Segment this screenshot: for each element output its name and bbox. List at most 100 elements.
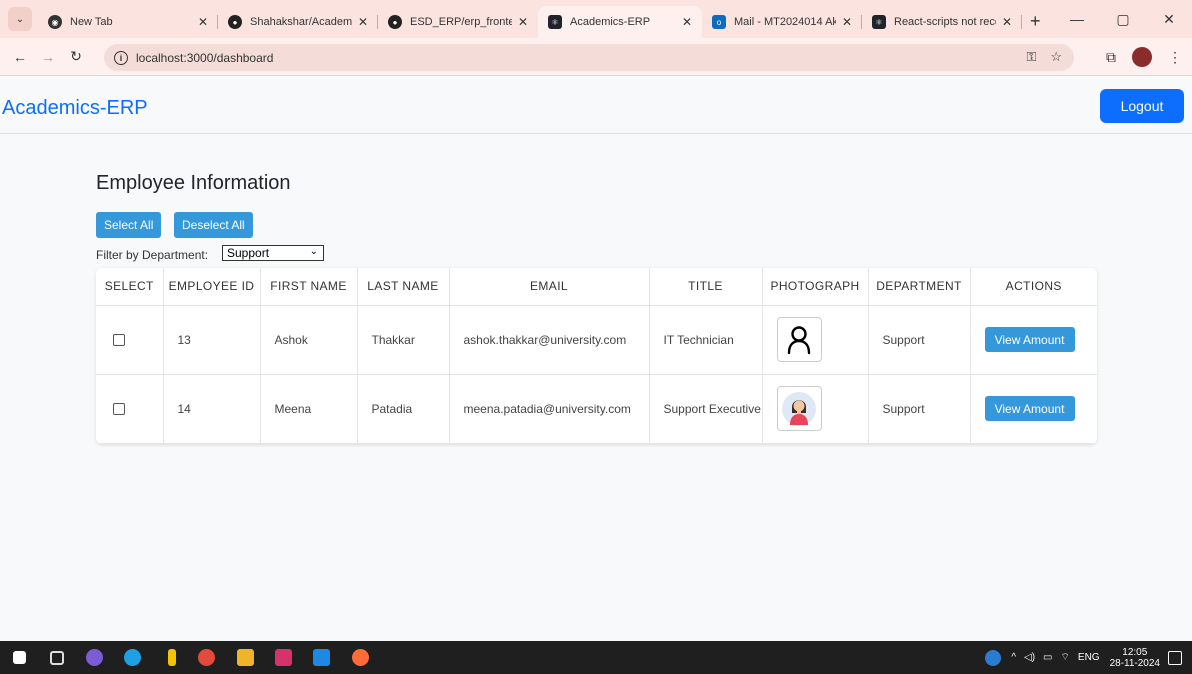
window-close-icon[interactable]: ✕ [1146, 11, 1192, 28]
photograph-cell [762, 305, 869, 375]
postman-icon[interactable] [352, 649, 369, 666]
close-icon[interactable]: ✕ [682, 15, 692, 29]
browser-toolbar: ← → ↻ i localhost:3000/dashboard ⚿ ☆ ⧉ ⋮ [0, 38, 1192, 76]
file-explorer-icon[interactable] [237, 649, 254, 666]
title-cell: IT Technician [649, 305, 763, 375]
close-icon[interactable]: ✕ [198, 15, 208, 29]
tab-mail[interactable]: o Mail - MT2024014 Aksh ✕ [702, 6, 862, 38]
table-header-row: SELECT EMPLOYEE ID FIRST NAME LAST NAME … [96, 268, 1097, 306]
tab-title: Shahakshar/Academics- [250, 16, 352, 28]
vscode-icon[interactable] [313, 649, 330, 666]
person-outline-icon [776, 317, 822, 362]
windows-start-icon[interactable] [13, 651, 26, 664]
intellij-icon[interactable] [275, 649, 292, 666]
photograph-cell [762, 374, 869, 444]
row-checkbox[interactable] [113, 402, 125, 415]
battery-icon[interactable]: ▭ [1043, 652, 1052, 663]
filter-label: Filter by Department: [96, 248, 209, 262]
department-filter-select[interactable]: Support ⌄ [222, 245, 324, 261]
tab-academics-erp[interactable]: ⚛ Academics-ERP ✕ [538, 6, 702, 38]
select-cell [96, 305, 164, 375]
department-cell: Support [868, 305, 971, 375]
site-info-icon[interactable]: i [114, 50, 128, 65]
employee-table: SELECT EMPLOYEE ID FIRST NAME LAST NAME … [96, 268, 1097, 444]
clock-date: 28-11-2024 [1109, 657, 1160, 669]
wifi-icon[interactable]: ⌔ [1061, 651, 1070, 664]
first-name-cell: Meena [260, 374, 358, 444]
col-header-first-name: FIRST NAME [260, 268, 358, 306]
email-cell: ashok.thakkar@university.com [449, 305, 650, 375]
system-tray: ^ ◁) ▭ ⌔ ENG 12:05 28-11-2024 [985, 641, 1192, 674]
close-icon[interactable]: ✕ [358, 15, 368, 29]
chrome-taskbar-icon[interactable] [198, 649, 215, 666]
department-cell: Support [868, 374, 971, 444]
outlook-icon: o [712, 15, 726, 29]
logout-button[interactable]: Logout [1100, 89, 1184, 123]
view-amount-button[interactable]: View Amount [984, 396, 1075, 421]
deselect-all-button[interactable]: Deselect All [174, 212, 253, 238]
close-icon[interactable]: ✕ [1002, 15, 1012, 29]
edge-icon[interactable] [124, 649, 141, 666]
forward-arrow-icon[interactable]: → [34, 49, 62, 65]
tab-github-academics[interactable]: ● Shahakshar/Academics- ✕ [218, 6, 378, 38]
col-header-email: EMAIL [449, 268, 650, 306]
notification-icon[interactable] [1168, 650, 1182, 665]
copilot-icon[interactable] [86, 649, 103, 666]
tab-github-erp[interactable]: ● ESD_ERP/erp_frontend/ ✕ [378, 6, 538, 38]
github-icon: ● [388, 15, 402, 29]
profile-avatar[interactable] [1132, 47, 1152, 67]
app-lightning-icon[interactable] [168, 649, 176, 666]
react-icon: ⚛ [548, 15, 562, 29]
browser-tab-strip: ⌄ ◉ New Tab ✕ ● Shahakshar/Academics- ✕ … [0, 0, 1192, 38]
volume-icon[interactable]: ◁) [1024, 652, 1035, 663]
table-row: 14 Meena Patadia meena.patadia@universit… [96, 374, 1097, 444]
employee-id-cell: 14 [163, 374, 261, 444]
maximize-icon[interactable]: ▢ [1100, 11, 1146, 28]
view-amount-button[interactable]: View Amount [984, 327, 1075, 352]
brand-title[interactable]: Academics-ERP [2, 97, 148, 120]
tab-search-chevron-icon[interactable]: ⌄ [8, 7, 32, 31]
table-row: 13 Ashok Thakkar ashok.thakkar@universit… [96, 305, 1097, 375]
password-key-icon[interactable]: ⚿ [1026, 49, 1036, 65]
help-icon[interactable] [985, 649, 1002, 666]
actions-cell: View Amount [970, 305, 1097, 375]
tab-title: React-scripts not recogn [894, 16, 996, 28]
close-icon[interactable]: ✕ [842, 15, 852, 29]
window-controls: — ▢ ✕ [1054, 0, 1192, 38]
task-view-icon[interactable] [50, 651, 64, 665]
select-all-button[interactable]: Select All [96, 212, 162, 238]
tray-chevron-icon[interactable]: ^ [1011, 652, 1016, 663]
col-header-actions: ACTIONS [970, 268, 1097, 306]
tab-title: Mail - MT2024014 Aksh [734, 16, 836, 28]
last-name-cell: Thakkar [357, 305, 450, 375]
language-indicator[interactable]: ENG [1078, 652, 1100, 663]
close-icon[interactable]: ✕ [518, 15, 528, 29]
app-navbar: Academics-ERP Logout [0, 77, 1192, 134]
select-cell [96, 374, 164, 444]
bookmark-star-icon[interactable]: ☆ [1050, 49, 1062, 65]
minimize-icon[interactable]: — [1054, 11, 1100, 27]
tab-react-scripts[interactable]: ⚛ React-scripts not recogn ✕ [862, 6, 1022, 38]
title-cell: Support Executive [649, 374, 763, 444]
reload-icon[interactable]: ↻ [62, 48, 90, 65]
tab-new-tab[interactable]: ◉ New Tab ✕ [38, 6, 218, 38]
actions-cell: View Amount [970, 374, 1097, 444]
chevron-down-icon: ⌄ [309, 246, 318, 257]
col-header-photograph: PHOTOGRAPH [762, 268, 869, 306]
page-title: Employee Information [96, 172, 291, 194]
employee-id-cell: 13 [163, 305, 261, 375]
col-header-last-name: LAST NAME [357, 268, 450, 306]
windows-taskbar: ^ ◁) ▭ ⌔ ENG 12:05 28-11-2024 [0, 641, 1192, 674]
row-checkbox[interactable] [113, 333, 125, 346]
filter-selected-value: Support [227, 246, 270, 260]
col-header-employee-id: EMPLOYEE ID [163, 268, 261, 306]
col-header-title: TITLE [649, 268, 763, 306]
extensions-puzzle-icon[interactable]: ⧉ [1106, 49, 1116, 66]
new-tab-plus-icon[interactable]: + [1030, 11, 1041, 32]
address-bar[interactable]: i localhost:3000/dashboard ⚿ ☆ [104, 44, 1074, 71]
menu-kebab-icon[interactable]: ⋮ [1168, 49, 1182, 66]
woman-avatar-icon [776, 386, 822, 431]
react-icon: ⚛ [872, 15, 886, 29]
clock[interactable]: 12:05 28-11-2024 [1110, 647, 1160, 669]
back-arrow-icon[interactable]: ← [6, 49, 34, 65]
